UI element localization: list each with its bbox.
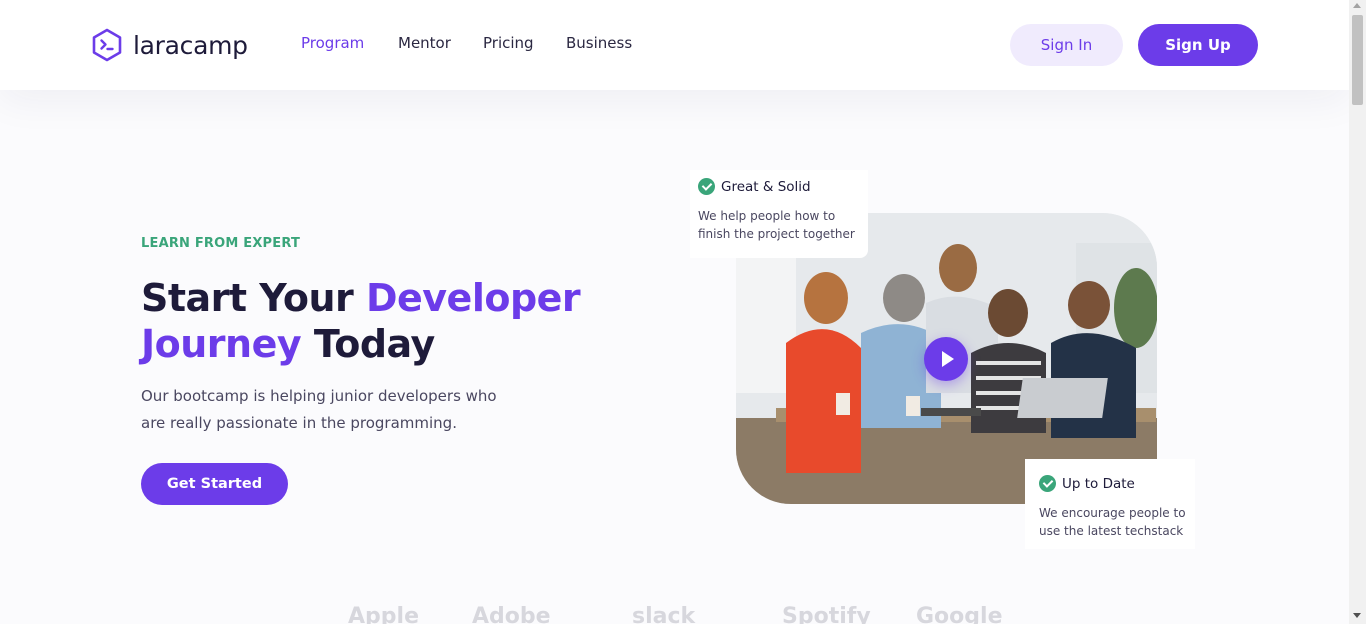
headline-accent: Journey: [141, 322, 302, 366]
sign-in-button[interactable]: Sign In: [1010, 24, 1123, 66]
hero-eyebrow: LEARN FROM EXPERT: [141, 236, 301, 251]
feature-desc-line: finish the project together: [698, 227, 855, 241]
headline-accent: Developer: [365, 276, 581, 320]
feature-title: Great & Solid: [698, 178, 868, 195]
terminal-hexagon-icon: [92, 28, 122, 62]
partner-logo-apple: Apple: [348, 604, 419, 624]
partner-logo-slack: slack: [632, 604, 696, 624]
partner-logo-google: Google: [916, 604, 1003, 624]
feature-desc-line: use the latest techstack: [1039, 524, 1184, 538]
play-icon: [942, 351, 954, 367]
feature-title-text: Great & Solid: [721, 178, 811, 195]
feature-card-great-solid: Great & Solid We help people how to fini…: [690, 170, 868, 258]
scroll-up-arrow-icon[interactable]: [1353, 3, 1361, 8]
logo[interactable]: laracamp: [91, 28, 248, 62]
nav-mentor[interactable]: Mentor: [398, 34, 451, 52]
sign-up-button[interactable]: Sign Up: [1138, 24, 1258, 66]
hero-headline: Start Your Developer Journey Today: [141, 275, 581, 367]
feature-description: We help people how to finish the project…: [698, 207, 868, 243]
page-scrollbar[interactable]: [1349, 0, 1366, 624]
get-started-button[interactable]: Get Started: [141, 463, 288, 505]
check-circle-icon: [698, 178, 715, 195]
check-circle-icon: [1039, 475, 1056, 492]
play-video-button[interactable]: [924, 337, 968, 381]
feature-desc-line: We help people how to: [698, 209, 836, 223]
nav-business[interactable]: Business: [566, 34, 632, 52]
feature-description: We encourage people to use the latest te…: [1039, 504, 1195, 540]
feature-title-text: Up to Date: [1062, 475, 1135, 492]
partner-logo-spotify: Spotify: [782, 604, 871, 624]
feature-card-up-to-date: Up to Date We encourage people to use th…: [1025, 459, 1195, 549]
nav-program[interactable]: Program: [301, 34, 364, 52]
feature-desc-line: We encourage people to: [1039, 506, 1186, 520]
scrollbar-thumb[interactable]: [1352, 15, 1363, 105]
headline-text: Today: [301, 322, 435, 366]
headline-text: Start Your: [141, 276, 366, 320]
nav-pricing[interactable]: Pricing: [483, 34, 534, 52]
partner-logo-adobe: Adobe: [472, 604, 551, 624]
hero-subtext: Our bootcamp is helping junior developer…: [141, 387, 497, 432]
brand-name: laracamp: [133, 30, 248, 60]
scroll-down-arrow-icon[interactable]: [1353, 613, 1361, 618]
navbar: laracamp Program Mentor Pricing Business…: [0, 0, 1349, 90]
feature-title: Up to Date: [1039, 475, 1195, 492]
